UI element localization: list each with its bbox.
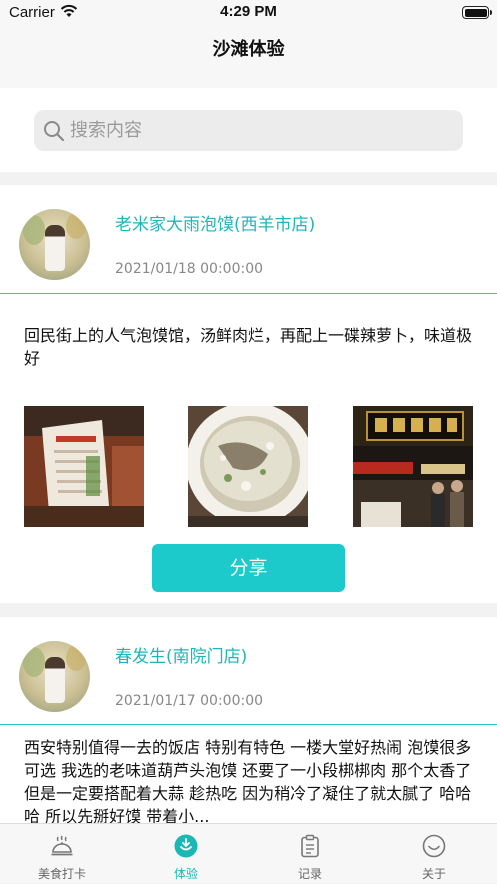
menu-photo[interactable] bbox=[24, 406, 144, 527]
search-box[interactable] bbox=[34, 110, 463, 151]
tab-bar: 美食打卡 体验 记录 关于 bbox=[0, 823, 497, 883]
navigation-bar: 沙滩体验 bbox=[0, 26, 497, 88]
divider bbox=[0, 724, 497, 725]
tab-food-checkin[interactable]: 美食打卡 bbox=[0, 824, 124, 884]
page-title: 沙滩体验 bbox=[212, 39, 285, 60]
experience-icon bbox=[174, 834, 198, 858]
soup-bowl-photo[interactable] bbox=[188, 406, 308, 527]
shop-name[interactable]: 老米家大雨泡馍(西羊市店) bbox=[115, 210, 315, 235]
post-date: 2021/01/18 00:00:00 bbox=[115, 261, 264, 277]
post-card[interactable]: 老米家大雨泡馍(西羊市店) 2021/01/18 00:00:00 回民街上的人… bbox=[0, 185, 497, 603]
divider bbox=[0, 293, 497, 294]
review-text: 西安特别值得一去的饭店 特别有特色 一楼大堂好热闹 泡馍很多可选 我选的老味道葫… bbox=[24, 738, 472, 826]
search-area bbox=[0, 88, 497, 172]
avatar bbox=[19, 641, 90, 712]
shop-name[interactable]: 春发生(南院门店) bbox=[115, 642, 247, 667]
food-cloche-icon bbox=[51, 835, 73, 856]
tab-about[interactable]: 关于 bbox=[372, 824, 496, 884]
clipboard-icon bbox=[301, 834, 319, 858]
search-icon bbox=[44, 121, 65, 142]
post-date: 2021/01/17 00:00:00 bbox=[115, 693, 264, 709]
battery-icon bbox=[462, 6, 492, 19]
storefront-photo[interactable] bbox=[353, 406, 473, 527]
share-button[interactable]: 分享 bbox=[152, 544, 345, 592]
review-text: 回民街上的人气泡馍馆，汤鲜肉烂，再配上一碟辣萝卜，味道极好 bbox=[24, 326, 473, 368]
tab-label: 美食打卡 bbox=[37, 867, 86, 881]
tab-label: 体验 bbox=[173, 867, 198, 881]
tab-experience[interactable]: 体验 bbox=[124, 824, 248, 884]
post-card[interactable]: 春发生(南院门店) 2021/01/17 00:00:00 西安特别值得一去的饭… bbox=[0, 617, 497, 827]
search-input[interactable] bbox=[70, 110, 450, 151]
tab-label: 记录 bbox=[297, 867, 322, 881]
smiley-icon bbox=[422, 834, 446, 858]
avatar bbox=[19, 209, 90, 280]
clock: 4:29 PM bbox=[220, 3, 277, 20]
tab-label: 关于 bbox=[421, 867, 446, 881]
status-bar: Carrier 4:29 PM bbox=[0, 0, 497, 26]
tab-records[interactable]: 记录 bbox=[248, 824, 372, 884]
